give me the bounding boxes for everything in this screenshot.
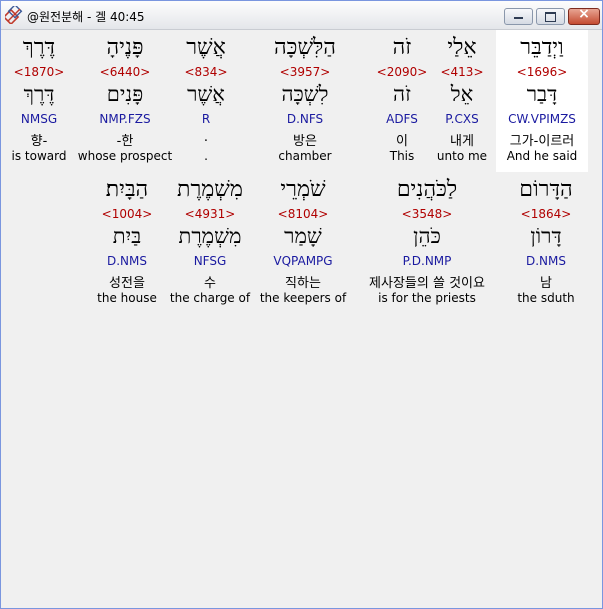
morphology-code: VQPAMPG <box>273 254 333 268</box>
strong-number: <2090> <box>376 65 428 79</box>
korean-gloss: 직하는 <box>285 276 321 291</box>
hebrew-word: פָּנֶיהָ <box>106 35 144 60</box>
hebrew-word: שֹׁמְרֵי <box>280 177 326 202</box>
english-gloss: the keepers of <box>259 291 347 305</box>
strong-number: <1004> <box>101 207 153 221</box>
hebrew-word: לַכֹּהֲנִים <box>396 177 458 202</box>
english-gloss: whose prospect <box>77 149 173 163</box>
morphology-code: ADFS <box>386 112 418 126</box>
app-icon <box>5 6 23 24</box>
hebrew-lemma: לִשְׁכָּה <box>281 82 329 106</box>
morphology-code: NMP.FZS <box>99 112 151 126</box>
hebrew-lemma: פָּנִים <box>106 82 144 106</box>
hebrew-lemma: שָׁמַר <box>284 224 322 248</box>
app-window: @원전분해 - 겔 40:45 × וַיְדַבֵּר <1696> דָּב… <box>0 0 603 609</box>
korean-gloss: -한 <box>116 134 134 149</box>
strong-number: <1864> <box>520 207 572 221</box>
hebrew-word: הַבָּיִת׃ <box>105 177 149 202</box>
morphology-code: D.NMS <box>106 254 147 268</box>
hebrew-lemma: כֹּהֵן <box>413 224 441 248</box>
english-gloss: chamber <box>278 149 332 163</box>
english-gloss: the house <box>97 291 157 305</box>
minimize-button[interactable] <box>504 8 533 25</box>
maximize-button[interactable] <box>536 8 565 25</box>
hebrew-lemma: דָּרוֹן <box>530 224 562 248</box>
title-bar[interactable]: @원전분해 - 겔 40:45 × <box>1 1 602 30</box>
morphology-code: D.NMS <box>525 254 566 268</box>
english-gloss: This <box>389 149 415 163</box>
minimize-icon <box>514 17 523 19</box>
strong-number: <8104> <box>277 207 329 221</box>
english-gloss: the sduth <box>517 291 575 305</box>
english-gloss: is for the priests <box>378 291 476 305</box>
strong-number: <1870> <box>13 65 65 79</box>
close-button[interactable]: × <box>568 6 600 25</box>
morphology-code: P.D.NMP <box>402 254 452 268</box>
morphology-code: D.NFS <box>286 112 324 126</box>
korean-gloss: 제사장들의 쓸 것이요 <box>369 276 485 291</box>
hebrew-word: הַלִּשְׁכָּה <box>274 35 336 60</box>
morphology-code: NMSG <box>20 112 58 126</box>
korean-gloss: 방은 <box>293 134 317 149</box>
strong-number: <3957> <box>279 65 331 79</box>
strong-number: <3548> <box>401 207 453 221</box>
english-gloss: is toward <box>11 149 67 163</box>
maximize-icon <box>545 12 556 22</box>
strong-number: <6440> <box>99 65 151 79</box>
korean-gloss: 성전을 <box>109 276 145 291</box>
hebrew-lemma: דֶּרֶךְ <box>23 82 55 106</box>
interlinear-view: וַיְדַבֵּר <1696> דָּבַר CW.VPIMZS 그가-이르… <box>2 30 601 607</box>
hebrew-lemma: זֹה <box>393 82 411 106</box>
hebrew-word: זֹה <box>392 35 412 60</box>
close-icon: × <box>578 6 590 22</box>
hebrew-word: הַדָּרוֹם <box>519 177 573 202</box>
window-title: @원전분해 - 겔 40:45 <box>27 10 145 24</box>
korean-gloss: 이 <box>396 134 408 149</box>
hebrew-lemma: בַּיִת <box>112 224 142 248</box>
hebrew-word: דֶּרֶךְ <box>22 35 56 60</box>
korean-gloss: 향- <box>30 134 48 149</box>
korean-gloss: 남 <box>540 276 552 291</box>
